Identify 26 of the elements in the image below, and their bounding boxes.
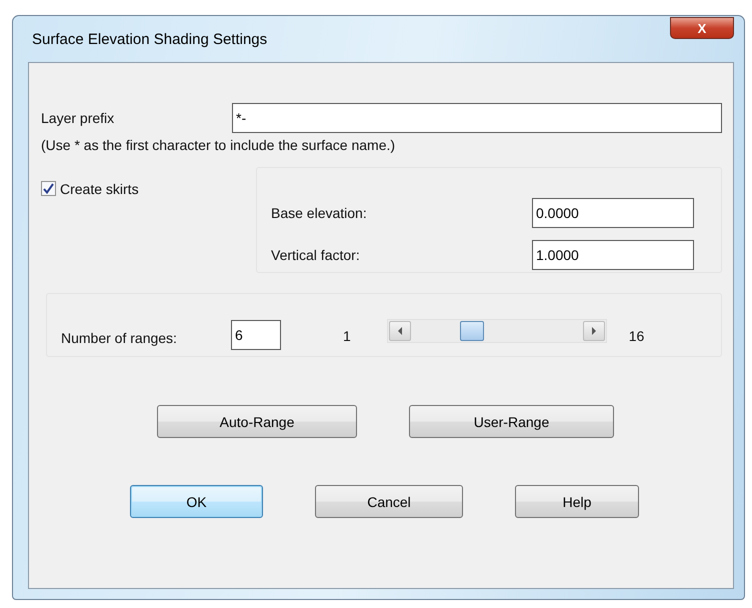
- field-label: Base elevation:: [271, 205, 367, 221]
- right-arrow-button[interactable]: [582, 321, 605, 341]
- min-label: 1: [342, 328, 351, 344]
- left-arrow-icon: [396, 327, 403, 335]
- max-label: 16: [628, 328, 644, 344]
- right-arrow-icon: [590, 327, 597, 335]
- field-label: Layer prefix: [41, 110, 114, 126]
- dialog-button[interactable]: Help: [515, 485, 639, 518]
- number-field[interactable]: 1.0000: [532, 240, 694, 270]
- field-label: Number of ranges:: [61, 330, 177, 346]
- window-title: Surface Elevation Shading Settings: [31, 30, 268, 48]
- range-button[interactable]: User-Range: [409, 405, 614, 438]
- slider-thumb[interactable]: [460, 321, 484, 341]
- layer-prefix-field[interactable]: *-: [232, 103, 722, 133]
- checkbox[interactable]: [41, 181, 56, 196]
- left-arrow-button[interactable]: [388, 321, 411, 341]
- ranges-field[interactable]: 6: [230, 320, 281, 350]
- dialog-button[interactable]: OK: [130, 485, 263, 518]
- number-field[interactable]: 0.0000: [532, 198, 694, 228]
- range-button[interactable]: Auto-Range: [157, 405, 357, 438]
- close-button[interactable]: X: [670, 17, 734, 39]
- field-label: Vertical factor:: [271, 247, 360, 263]
- scroll-slider[interactable]: [386, 319, 607, 343]
- dialog-button[interactable]: Cancel: [315, 485, 463, 518]
- hint-text: (Use * as the first character to include the surface name.): [41, 137, 396, 153]
- checkbox-label: Create skirts: [60, 181, 139, 197]
